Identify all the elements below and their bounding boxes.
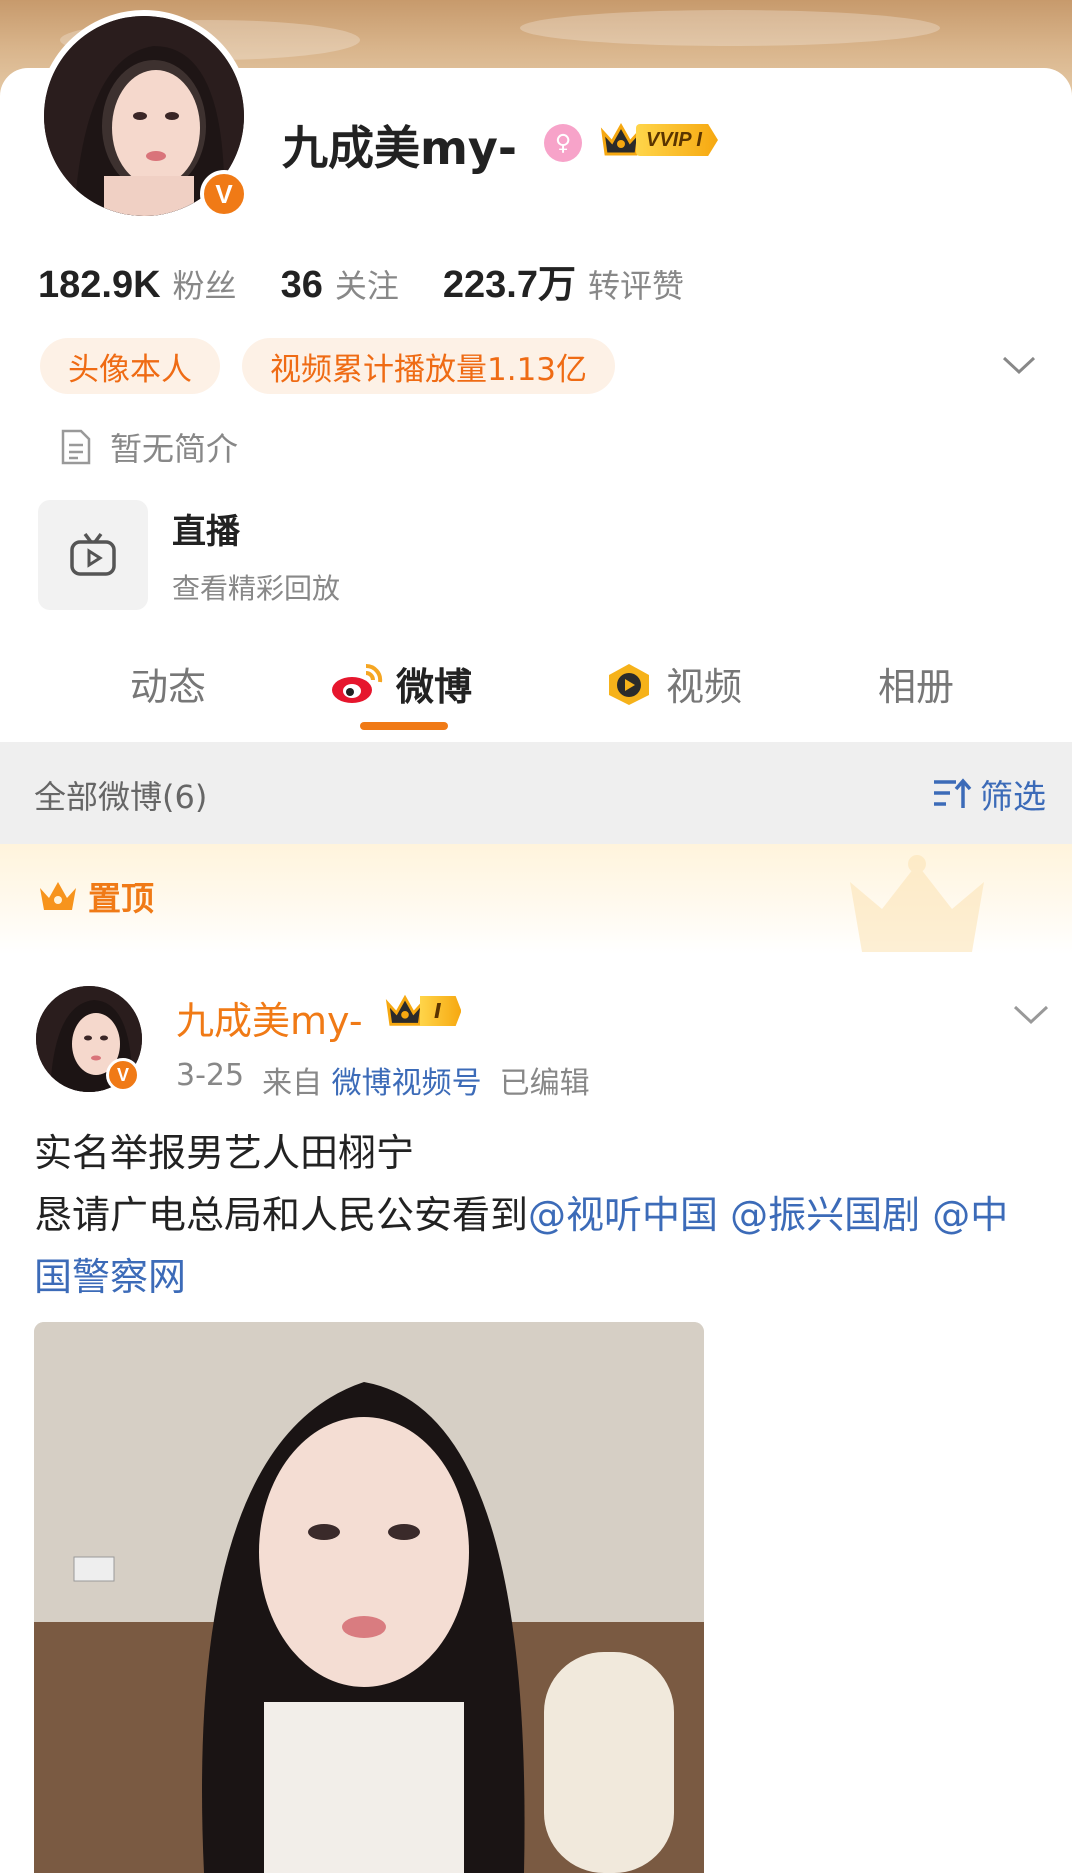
chevron-down-icon[interactable]: [1000, 350, 1038, 380]
live-subtitle: 查看精彩回放: [172, 571, 341, 605]
female-icon: ♀: [544, 124, 582, 162]
document-icon: [61, 429, 91, 465]
post-body: 实名举报男艺人田栩宁 恳请广电总局和人民公安看到@视听中国 @振兴国剧 @中国警…: [34, 1122, 1044, 1308]
post-line-mentions: 恳请广电总局和人民公安看到@视听中国 @振兴国剧 @中国警察网: [34, 1184, 1044, 1308]
stat-value: 36: [280, 264, 323, 306]
video-channel-icon: [609, 663, 649, 705]
stat-label: 转评赞: [587, 267, 684, 305]
tag-video-plays[interactable]: 视频累计播放量1.13亿: [242, 338, 616, 394]
profile-stats: 182.9K 粉丝 36 关注 223.7万 转评赞: [38, 253, 728, 308]
stat-followers[interactable]: 182.9K 粉丝: [38, 261, 237, 307]
all-posts-label[interactable]: 全部微博(6): [34, 772, 207, 818]
pinned-crown-icon: [40, 882, 76, 910]
watermark-crown-icon: [850, 855, 984, 952]
profile-bio[interactable]: 暂无简介: [60, 424, 238, 470]
tab-label: 相册: [878, 665, 955, 709]
source-prefix: 来自: [262, 1066, 323, 1101]
tab-video[interactable]: 视频: [604, 656, 742, 711]
post-line: 实名举报男艺人田栩宁: [34, 1131, 415, 1175]
tab-feed[interactable]: 动态: [130, 656, 206, 711]
profile-tags: 头像本人 视频累计播放量1.13亿: [40, 338, 616, 394]
video-frame: [34, 1322, 704, 1873]
vvip-label: VVIP I: [636, 124, 718, 156]
live-icon-box: [38, 500, 148, 610]
stat-label: 关注: [334, 267, 399, 305]
post-date: 3-25: [176, 1058, 245, 1093]
active-tab-indicator: [360, 722, 448, 730]
tab-label: 动态: [130, 665, 207, 709]
profile-tabs: 动态 微博 视频 相册: [0, 648, 1072, 738]
bio-text: 暂无简介: [110, 430, 239, 468]
mention-link[interactable]: @振兴国剧: [730, 1193, 920, 1237]
post-author-name[interactable]: 九成美my-: [176, 990, 363, 1045]
stat-value: 182.9K: [38, 264, 161, 306]
filter-label: 筛选: [980, 777, 1046, 816]
verified-badge: V: [106, 1058, 140, 1092]
mention-link[interactable]: @视听中国: [528, 1193, 718, 1237]
tab-label: 视频: [666, 665, 743, 709]
vip-level-badge[interactable]: I: [384, 992, 462, 1030]
filter-button[interactable]: 筛选: [932, 770, 1046, 818]
profile-name: 九成美my-: [282, 121, 518, 175]
filter-icon: [934, 778, 972, 808]
verified-mark: V: [215, 178, 233, 209]
post-meta: 3-25 来自 微博视频号 已编辑: [176, 1058, 590, 1102]
post-menu-chevron-icon[interactable]: [1012, 1002, 1050, 1028]
post-line: 恳请广电总局和人民公安看到: [34, 1193, 529, 1237]
post-edited: 已编辑: [499, 1066, 590, 1101]
pinned-label: 置顶: [88, 879, 154, 918]
tab-weibo[interactable]: 微博: [330, 656, 472, 711]
live-title: 直播: [172, 511, 240, 552]
vvip-badge[interactable]: VVIP I: [600, 120, 718, 160]
crown-icon: [385, 994, 425, 1026]
weibo-logo-icon: [332, 663, 383, 703]
stat-following[interactable]: 36 关注: [281, 261, 399, 307]
tab-label: 微博: [396, 665, 473, 709]
banner-texture: [520, 10, 940, 46]
stat-interactions[interactable]: 223.7万 转评赞: [443, 253, 684, 308]
post-filter-bar: 全部微博(6) 筛选: [0, 742, 1072, 844]
tv-icon: [70, 532, 116, 576]
tab-album[interactable]: 相册: [878, 656, 954, 711]
pinned-header: 置顶: [0, 844, 1072, 954]
post-video-thumbnail[interactable]: [34, 1322, 704, 1873]
verified-badge: V: [200, 170, 248, 218]
vip-level-label: I: [420, 996, 462, 1026]
tag-avatar-self[interactable]: 头像本人: [40, 338, 220, 394]
stat-value: 223.7万: [442, 264, 576, 306]
post-source-group: 来自 微博视频号: [262, 1058, 482, 1102]
pinned-label-group: 置顶: [38, 872, 154, 920]
post-source[interactable]: 微博视频号: [332, 1066, 482, 1101]
live-text: 直播 查看精彩回放: [172, 504, 340, 607]
live-replay-card[interactable]: 直播 查看精彩回放: [38, 500, 340, 610]
crown-icon: [600, 122, 642, 156]
verified-mark: V: [116, 1064, 129, 1085]
stat-label: 粉丝: [172, 267, 237, 305]
